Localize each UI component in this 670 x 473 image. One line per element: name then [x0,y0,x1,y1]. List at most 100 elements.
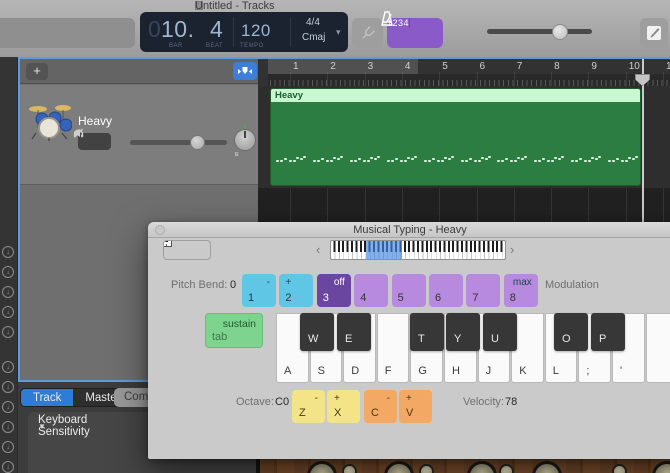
catch-playhead-button[interactable] [233,62,257,80]
drum-kit-image [28,101,72,141]
octave-range-right-arrow[interactable]: › [510,242,514,257]
master-volume-knob[interactable] [552,24,568,40]
musical-typing-titlebar[interactable]: Musical Typing - Heavy [148,222,670,238]
pitch-bend-key-5[interactable]: 5 [392,274,426,307]
pan-pointer [244,131,246,138]
midi-note [313,160,316,162]
wood-knob [612,464,627,473]
garageband-app: Untitled - Tracks 0 10. 4 BAR BEAT 120 [0,0,670,473]
pitch-key-tag: - [267,277,270,288]
black-key-u[interactable]: U [483,313,517,351]
download-circle-icon[interactable]: ↓ [2,441,14,453]
tab-track[interactable]: Track [21,389,73,406]
pitch-bend-key-7[interactable]: 7 [466,274,500,307]
midi-note [469,158,472,160]
pitch-bend-key-3[interactable]: 3off [317,274,351,307]
midi-note [584,160,587,162]
black-key-label: O [562,333,571,345]
black-key-p[interactable]: P [591,313,625,351]
midi-note [497,160,500,162]
midi-note [395,158,398,160]
black-key-w[interactable]: W [300,313,334,351]
lcd-tempo-label: TEMPO [240,43,264,49]
white-key-f[interactable]: F [377,313,410,383]
midi-note [391,160,394,162]
download-circle-icon[interactable]: ↓ [2,326,14,338]
octave-key-letter: X [334,407,341,419]
black-key-e[interactable]: E [337,313,371,351]
midi-note [461,160,464,162]
lcd-tempo-value: 120 [241,21,271,41]
octave-range-left-arrow[interactable]: ‹ [316,242,320,257]
sustain-key-label: tab [212,331,227,343]
download-circle-icon[interactable]: ↓ [2,381,14,393]
octave-range-keyboard[interactable] [330,240,506,260]
track-volume-knob[interactable] [190,135,205,150]
download-circle-icon[interactable]: ↓ [2,421,14,433]
midi-note [575,160,578,162]
notepad-button[interactable] [640,18,668,48]
download-circle-icon[interactable]: ↓ [2,461,14,473]
octave-key-c[interactable]: C- [364,390,397,423]
sustain-key[interactable]: sustain tab [205,313,263,348]
track-volume-slider[interactable] [130,140,227,145]
download-circle-icon[interactable]: ↓ [2,306,14,318]
pitch-bend-key-2[interactable]: 2+ [279,274,313,307]
toolbar: Untitled - Tracks 0 10. 4 BAR BEAT 120 [0,0,670,57]
octave-key-z[interactable]: Z- [292,390,325,423]
download-circle-icon[interactable]: ↓ [2,286,14,298]
octave-key-x[interactable]: X+ [327,390,360,423]
add-track-button[interactable]: + [26,63,48,80]
midi-note [321,158,324,160]
track-heavy-row[interactable]: Heavy LR [20,85,258,185]
black-key-t[interactable]: T [410,313,444,351]
black-key-o[interactable]: O [554,313,588,351]
midi-note [374,158,377,160]
ruler-bar-number: 11 [666,61,670,72]
chevron-down-icon[interactable]: ▾ [336,27,341,38]
white-key-label: A [284,365,291,377]
download-circle-icon[interactable]: ↓ [2,246,14,258]
midi-note [554,157,557,159]
midi-note [400,160,403,162]
pitch-bend-key-6[interactable]: 6 [429,274,463,307]
pitch-key-number: 1 [248,292,254,304]
lcd-bar-label: BAR [169,43,183,49]
wood-knob [384,461,414,473]
lcd-display[interactable]: 0 10. 4 BAR BEAT 120 TEMPO 4/4 Cmaj ▾ [140,12,348,52]
pitch-bend-key-8[interactable]: 8max [504,274,538,307]
midi-note [635,156,638,158]
white-key-label: G [418,365,427,377]
metronome-icon [380,11,394,26]
white-key-partial[interactable] [646,313,670,383]
black-key-label: W [308,333,318,345]
midi-note [524,156,527,158]
midi-note [625,160,628,162]
lcd-bar-leading-zero: 0 [148,16,161,43]
master-volume-slider[interactable] [487,29,592,34]
ruler-bar-number: 6 [480,61,486,72]
lcd-time-signature: 4/4 [306,17,320,28]
black-key-label: Y [454,333,461,345]
midi-region-heavy[interactable]: Heavy [270,88,641,186]
midi-note [330,160,333,162]
download-circle-icon[interactable]: ↓ [2,361,14,373]
white-key-label: ' [620,365,622,377]
midi-note [612,160,615,162]
black-key-y[interactable]: Y [446,313,480,351]
midi-note [632,158,635,160]
tuner-button[interactable] [352,18,383,48]
instrument-panel-image [256,459,670,473]
pitch-bend-key-1[interactable]: 1- [242,274,276,307]
download-circle-icon[interactable]: ↓ [2,266,14,278]
octave-key-v[interactable]: V+ [399,390,432,423]
midi-note [437,160,440,162]
midi-note [367,160,370,162]
midi-note [293,160,296,162]
pitch-bend-key-4[interactable]: 4 [354,274,388,307]
white-key-label: L [553,365,559,377]
midi-note [488,156,491,158]
wood-knob [342,464,357,473]
download-circle-icon[interactable]: ↓ [2,401,14,413]
octave-range-selection[interactable] [366,241,402,260]
